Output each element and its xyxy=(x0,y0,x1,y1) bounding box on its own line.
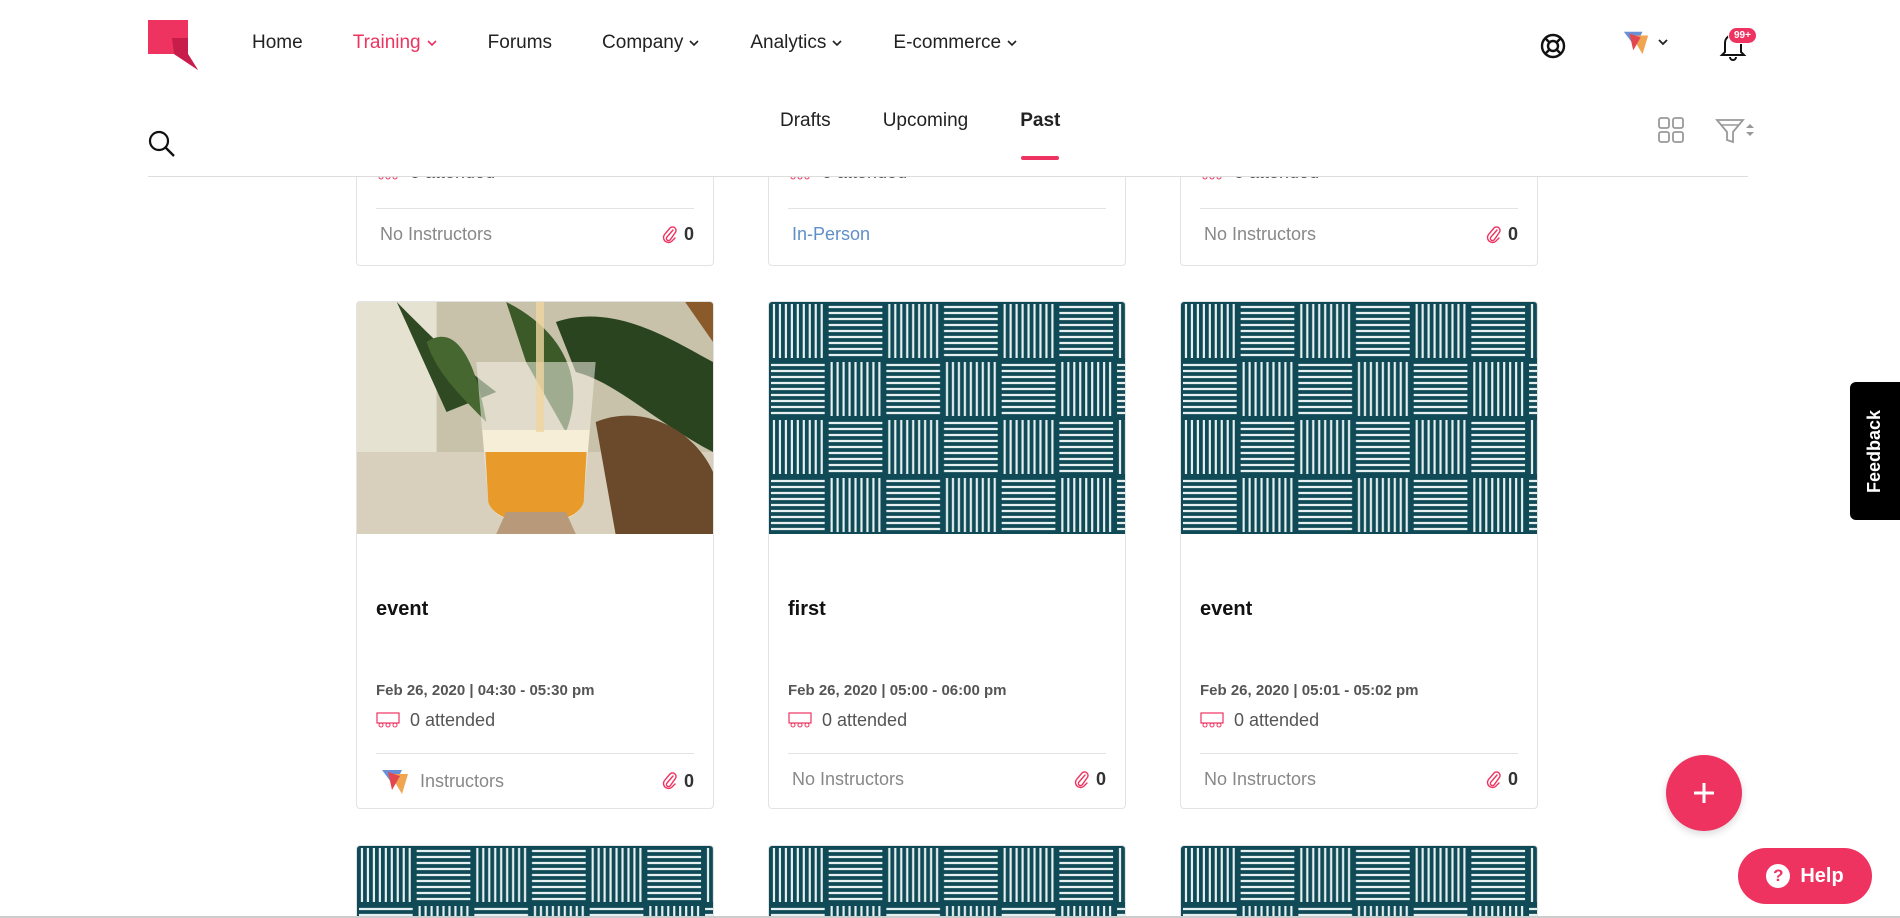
attended-count: 0 attended xyxy=(376,710,495,731)
event-card[interactable] xyxy=(356,845,714,918)
instructors-label: Instructors xyxy=(420,770,505,791)
event-date: Feb 26, 2020 | 04:30 - 05:30 pm xyxy=(376,682,595,699)
feedback-tab[interactable]: Feedback xyxy=(1850,382,1900,520)
header-divider xyxy=(148,176,1748,177)
event-cover-image xyxy=(1181,846,1537,918)
attachments-count[interactable]: 0 xyxy=(1074,769,1106,790)
event-title[interactable]: first xyxy=(788,598,826,621)
attendees-icon xyxy=(376,711,400,727)
grid-view-icon[interactable] xyxy=(1657,116,1685,144)
filter-icon[interactable] xyxy=(1715,116,1755,146)
attendees-icon xyxy=(788,711,812,727)
add-event-button[interactable] xyxy=(1666,755,1742,831)
help-button[interactable]: ? Help xyxy=(1738,848,1872,904)
event-date: Feb 26, 2020 | 05:00 - 06:00 pm xyxy=(788,682,1007,699)
paperclip-icon xyxy=(1074,770,1089,788)
chevron-down-icon xyxy=(832,40,842,47)
event-type-label: In-Person xyxy=(792,224,871,244)
nav-analytics[interactable]: Analytics xyxy=(750,32,843,54)
help-icon: ? xyxy=(1766,864,1791,888)
event-title[interactable]: event xyxy=(376,598,428,621)
event-cover-image xyxy=(357,846,713,918)
avatar xyxy=(1623,31,1649,55)
event-card[interactable] xyxy=(768,845,1126,918)
search-icon[interactable] xyxy=(148,130,176,158)
plus-icon xyxy=(1694,783,1714,803)
notification-badge: 99+ xyxy=(1728,27,1757,44)
event-cover-image xyxy=(769,302,1125,534)
attachments-count[interactable]: 0 xyxy=(662,224,694,245)
lifebuoy-icon[interactable] xyxy=(1538,31,1568,61)
instructors-label: No Instructors xyxy=(380,224,493,244)
instructors-label: No Instructors xyxy=(1204,224,1317,244)
event-cover-image xyxy=(357,302,713,534)
event-title[interactable]: event xyxy=(1200,598,1252,621)
attachments-count[interactable]: 0 xyxy=(1486,769,1518,790)
nav-ecommerce[interactable]: E-commerce xyxy=(893,32,1018,54)
chevron-down-icon xyxy=(1658,39,1668,46)
tab-past[interactable]: Past xyxy=(1020,110,1060,160)
event-tabs: Drafts Upcoming Past xyxy=(780,110,1112,160)
main-nav: Home Training Forums Company Analytics E… xyxy=(252,32,1068,54)
event-card[interactable]: first Feb 26, 2020 | 05:00 - 06:00 pm 0 … xyxy=(768,301,1126,809)
paperclip-icon xyxy=(1486,770,1501,788)
event-cover-image xyxy=(769,846,1125,918)
event-card[interactable]: event Feb 26, 2020 | 05:01 - 05:02 pm 0 … xyxy=(1180,301,1538,809)
app-header: Home Training Forums Company Analytics E… xyxy=(0,0,1900,177)
paperclip-icon xyxy=(662,225,677,243)
nav-company[interactable]: Company xyxy=(602,32,700,54)
instructor-avatar xyxy=(382,770,408,794)
tab-upcoming[interactable]: Upcoming xyxy=(883,110,969,160)
attachments-count[interactable]: 0 xyxy=(662,771,694,792)
nav-training[interactable]: Training xyxy=(353,32,438,54)
event-date: Feb 26, 2020 | 05:01 - 05:02 pm xyxy=(1200,682,1419,699)
nav-forums[interactable]: Forums xyxy=(488,32,552,54)
logo-icon[interactable] xyxy=(148,20,198,70)
instructors-label: No Instructors xyxy=(1204,769,1317,789)
user-menu[interactable] xyxy=(1622,26,1672,58)
chevron-down-icon xyxy=(427,40,437,47)
event-card[interactable] xyxy=(1180,845,1538,918)
tab-drafts[interactable]: Drafts xyxy=(780,110,831,160)
attended-count: 0 attended xyxy=(1200,710,1319,731)
chevron-down-icon xyxy=(1007,40,1017,47)
paperclip-icon xyxy=(662,772,677,790)
attendees-icon xyxy=(1200,711,1224,727)
attachments-count[interactable]: 0 xyxy=(1486,224,1518,245)
instructors-label: No Instructors xyxy=(792,769,905,789)
nav-home[interactable]: Home xyxy=(252,32,303,54)
event-cover-image xyxy=(1181,302,1537,534)
event-card[interactable]: event Feb 26, 2020 | 04:30 - 05:30 pm 0 … xyxy=(356,301,714,809)
chevron-down-icon xyxy=(689,40,699,47)
paperclip-icon xyxy=(1486,225,1501,243)
attended-count: 0 attended xyxy=(788,710,907,731)
